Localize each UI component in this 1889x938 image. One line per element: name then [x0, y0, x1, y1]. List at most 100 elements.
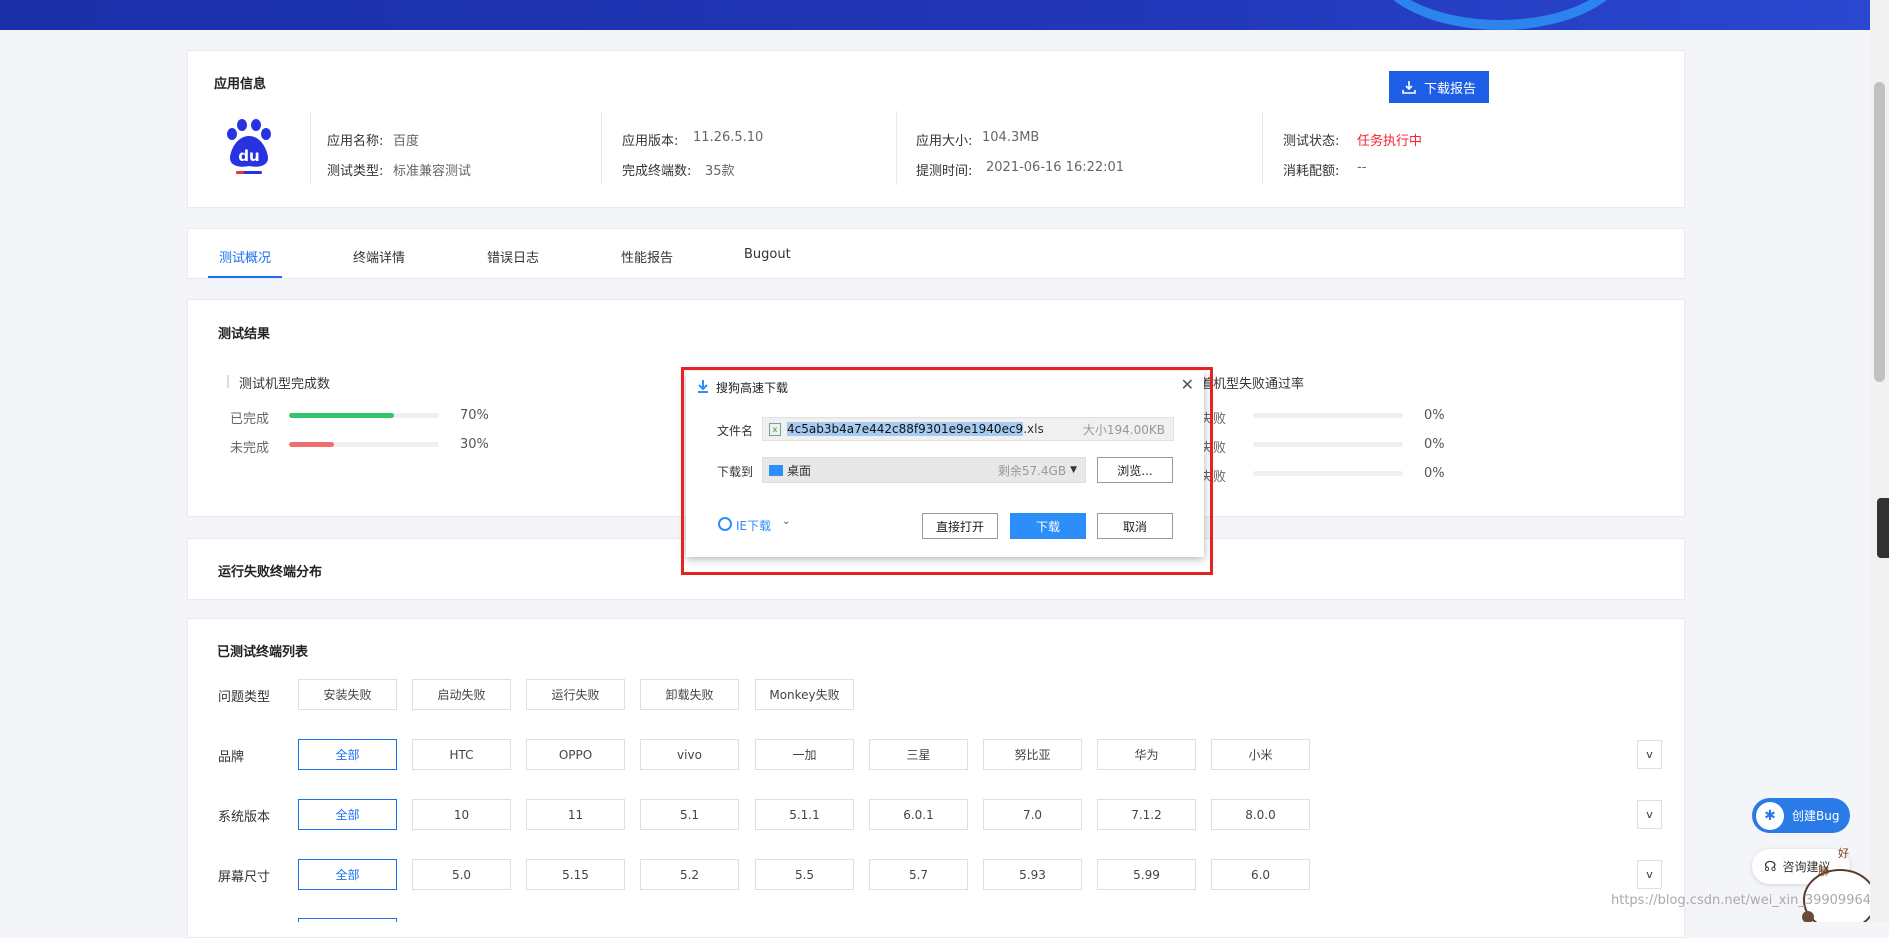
- fail-rate-title: 着机型失败通过率: [1200, 377, 1305, 392]
- filter-os-option[interactable]: 7.0: [983, 799, 1082, 830]
- device-list-title: 已测试终端列表: [217, 645, 309, 660]
- test-type-value: 标准兼容测试: [393, 164, 472, 179]
- filter-brand-xiaomi[interactable]: 小米: [1211, 739, 1310, 770]
- filter-os-option[interactable]: 8.0.0: [1211, 799, 1310, 830]
- banner-decoration: [1370, 0, 1630, 30]
- tab-device-details[interactable]: 终端详情: [353, 247, 405, 266]
- filter-screen-option[interactable]: 5.7: [869, 859, 968, 890]
- devices-done-label: 完成终端数:: [622, 164, 692, 179]
- filter-os-option[interactable]: 5.1.1: [755, 799, 854, 830]
- brand-label: 品牌: [218, 750, 245, 765]
- filter-brand-htc[interactable]: HTC: [412, 739, 511, 770]
- next-row-partial: [298, 918, 397, 922]
- quota-label: 消耗配额:: [1283, 164, 1340, 179]
- divider: [310, 111, 311, 185]
- filter-problem-run[interactable]: 运行失败: [526, 679, 625, 710]
- pending-percent: 30%: [460, 437, 489, 452]
- filter-os-option[interactable]: 10: [412, 799, 511, 830]
- test-result-title: 测试结果: [218, 327, 271, 342]
- section-marker: [227, 375, 229, 388]
- filter-screen-option[interactable]: 5.99: [1097, 859, 1196, 890]
- app-version-label: 应用版本:: [622, 134, 679, 149]
- filter-brand-samsung[interactable]: 三星: [869, 739, 968, 770]
- submit-time-label: 提测时间:: [916, 164, 973, 179]
- fail-rate-percent-2: 0%: [1424, 437, 1445, 452]
- active-tab-indicator: [208, 276, 282, 278]
- problem-type-label: 问题类型: [218, 690, 271, 705]
- cartoon-sticker: 聊 好: [1802, 846, 1877, 922]
- create-bug-label: 创建Bug: [1792, 809, 1840, 823]
- distribution-title: 运行失败终端分布: [218, 565, 323, 580]
- divider: [601, 111, 602, 185]
- filter-screen-all[interactable]: 全部: [298, 859, 397, 890]
- test-status-value: 任务执行中: [1357, 134, 1423, 149]
- filter-brand-oneplus[interactable]: 一加: [755, 739, 854, 770]
- pending-bar-fill: [289, 442, 334, 447]
- quota-value: --: [1357, 160, 1367, 175]
- watermark-url: https://blog.csdn.net/wei_xin_39909964: [1611, 893, 1872, 908]
- filter-os-option[interactable]: 5.1: [640, 799, 739, 830]
- filter-problem-install[interactable]: 安装失败: [298, 679, 397, 710]
- filter-screen-option[interactable]: 5.15: [526, 859, 625, 890]
- app-name-value: 百度: [393, 134, 420, 149]
- app-version-value: 11.26.5.10: [693, 130, 764, 145]
- tab-performance[interactable]: 性能报告: [621, 247, 673, 266]
- filter-screen-option[interactable]: 5.2: [640, 859, 739, 890]
- os-expand-dropdown[interactable]: v: [1637, 800, 1662, 829]
- brand-expand-dropdown[interactable]: v: [1637, 740, 1662, 769]
- top-banner: [0, 0, 1870, 30]
- divider: [896, 111, 897, 185]
- filter-brand-huawei[interactable]: 华为: [1097, 739, 1196, 770]
- filter-brand-nubia[interactable]: 努比亚: [983, 739, 1082, 770]
- tab-overview[interactable]: 测试概况: [219, 247, 271, 266]
- filter-os-all[interactable]: 全部: [298, 799, 397, 830]
- tab-bugout[interactable]: Bugout: [744, 247, 791, 262]
- fail-rate-bar-1: [1253, 413, 1403, 418]
- divider: [1262, 111, 1263, 185]
- highlight-frame: [681, 367, 1213, 575]
- submit-time-value: 2021-06-16 16:22:01: [986, 160, 1125, 175]
- screen-expand-dropdown[interactable]: v: [1637, 860, 1662, 889]
- filter-screen-option[interactable]: 6.0: [1211, 859, 1310, 890]
- app-size-label: 应用大小:: [916, 134, 973, 149]
- page-scrollbar[interactable]: [1870, 0, 1889, 922]
- filter-problem-launch[interactable]: 启动失败: [412, 679, 511, 710]
- devices-done-value: 35款: [705, 164, 735, 179]
- create-bug-button[interactable]: ✱ 创建Bug: [1752, 798, 1850, 833]
- pending-bar: [289, 442, 439, 447]
- filter-screen-option[interactable]: 5.0: [412, 859, 511, 890]
- download-report-label: 下载报告: [1423, 81, 1476, 97]
- svg-text:du: du: [238, 147, 259, 165]
- tabs-bar: [187, 228, 1685, 279]
- test-status-label: 测试状态:: [1283, 134, 1340, 149]
- completed-bar-fill: [289, 413, 394, 418]
- fail-rate-percent-3: 0%: [1424, 466, 1445, 481]
- filter-os-option[interactable]: 11: [526, 799, 625, 830]
- app-size-value: 104.3MB: [982, 130, 1040, 145]
- filter-problem-monkey[interactable]: Monkey失败: [755, 679, 854, 710]
- filter-problem-uninstall[interactable]: 卸载失败: [640, 679, 739, 710]
- svg-text:聊: 聊: [1818, 864, 1829, 878]
- headset-icon: ☊: [1764, 858, 1777, 875]
- svg-text:好: 好: [1838, 846, 1849, 860]
- completed-label: 已完成: [230, 412, 270, 427]
- filter-screen-option[interactable]: 5.5: [755, 859, 854, 890]
- filter-brand-oppo[interactable]: OPPO: [526, 739, 625, 770]
- app-info-title: 应用信息: [214, 77, 267, 92]
- side-handle[interactable]: [1877, 498, 1889, 558]
- filter-brand-vivo[interactable]: vivo: [640, 739, 739, 770]
- download-icon: [1402, 81, 1416, 94]
- completion-title: 测试机型完成数: [239, 377, 331, 392]
- filter-brand-all[interactable]: 全部: [298, 739, 397, 770]
- tab-error-log[interactable]: 错误日志: [487, 247, 539, 266]
- filter-screen-option[interactable]: 5.93: [983, 859, 1082, 890]
- pending-label: 未完成: [230, 441, 270, 456]
- fail-rate-bar-3: [1253, 471, 1403, 476]
- fail-rate-percent-1: 0%: [1424, 408, 1445, 423]
- filter-os-option[interactable]: 7.1.2: [1097, 799, 1196, 830]
- os-version-label: 系统版本: [218, 810, 271, 825]
- filter-os-option[interactable]: 6.0.1: [869, 799, 968, 830]
- download-report-button[interactable]: 下载报告: [1389, 71, 1489, 103]
- scrollbar-thumb[interactable]: [1874, 82, 1885, 382]
- test-type-label: 测试类型:: [327, 164, 384, 179]
